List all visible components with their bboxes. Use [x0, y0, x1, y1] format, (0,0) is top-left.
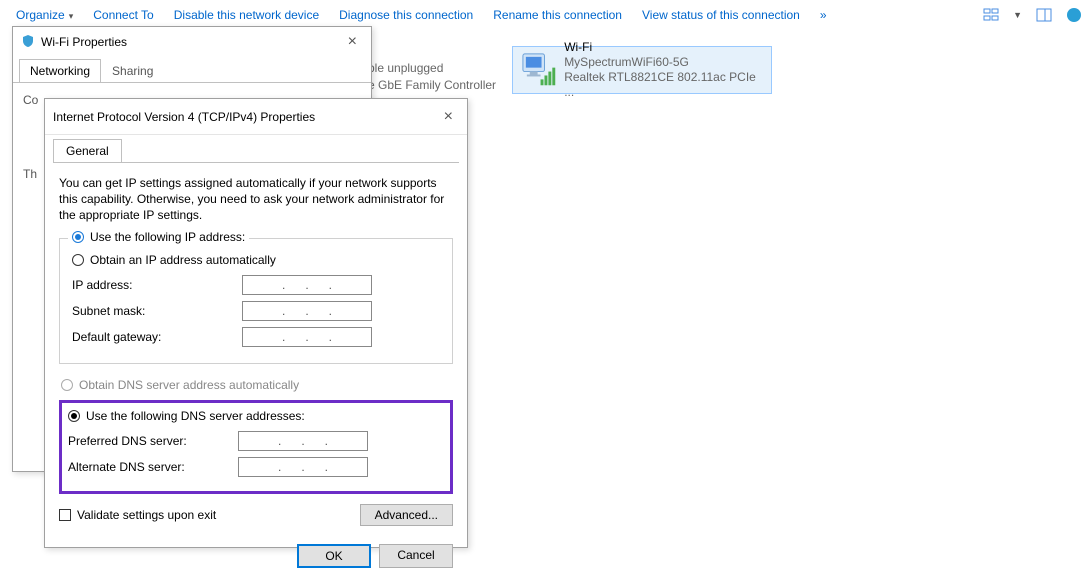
radio-icon	[68, 410, 80, 422]
toolbar-organize[interactable]: Organize	[6, 2, 83, 28]
toolbar-view-status[interactable]: View status of this connection	[632, 2, 810, 28]
label-default-gateway: Default gateway:	[72, 330, 242, 344]
wifi-shield-icon	[21, 34, 35, 51]
label-preferred-dns: Preferred DNS server:	[68, 434, 238, 448]
toolbar-overflow[interactable]: »	[810, 2, 837, 28]
close-icon[interactable]: ×	[342, 33, 363, 51]
wifi-properties-title: Wi-Fi Properties	[41, 35, 127, 49]
radio-obtain-ip-auto[interactable]: Obtain an IP address automatically	[72, 253, 440, 267]
radio-use-following-ip[interactable]: Use the following IP address:	[68, 230, 249, 244]
close-icon[interactable]: ×	[438, 108, 459, 126]
toolbar-disable-device[interactable]: Disable this network device	[164, 2, 329, 28]
help-icon[interactable]	[1066, 7, 1082, 23]
tab-sharing[interactable]: Sharing	[101, 59, 164, 82]
network-adapter: Realtek RTL8821CE 802.11ac PCIe ...	[564, 70, 765, 100]
input-preferred-dns[interactable]: ...	[238, 431, 368, 451]
radio-icon	[61, 379, 73, 391]
radio-obtain-dns-auto: Obtain DNS server address automatically	[61, 378, 453, 392]
preview-pane-icon[interactable]	[1036, 7, 1052, 23]
radio-icon	[72, 254, 84, 266]
input-alternate-dns[interactable]: ...	[238, 457, 368, 477]
toolbar-connect-to[interactable]: Connect To	[83, 2, 164, 28]
wifi-properties-titlebar[interactable]: Wi-Fi Properties ×	[13, 27, 371, 57]
cancel-button[interactable]: Cancel	[379, 544, 453, 568]
input-subnet-mask[interactable]: ...	[242, 301, 372, 321]
ipv4-description: You can get IP settings assigned automat…	[59, 175, 453, 224]
input-default-gateway[interactable]: ...	[242, 327, 372, 347]
ip-address-group: Obtain an IP address automatically Use t…	[59, 238, 453, 364]
checkbox-icon	[59, 509, 71, 521]
radio-icon	[72, 231, 84, 243]
ipv4-titlebar[interactable]: Internet Protocol Version 4 (TCP/IPv4) P…	[45, 99, 467, 135]
advanced-button[interactable]: Advanced...	[360, 504, 453, 526]
view-options-icon[interactable]	[983, 7, 999, 23]
label-subnet-mask: Subnet mask:	[72, 304, 242, 318]
label-alternate-dns: Alternate DNS server:	[68, 460, 238, 474]
toolbar-diagnose[interactable]: Diagnose this connection	[329, 2, 483, 28]
ipv4-properties-window: Internet Protocol Version 4 (TCP/IPv4) P…	[44, 98, 468, 548]
toolbar-rename[interactable]: Rename this connection	[483, 2, 632, 28]
radio-use-following-dns[interactable]: Use the following DNS server addresses:	[68, 409, 444, 423]
tab-networking[interactable]: Networking	[19, 59, 101, 82]
network-item-text: Wi-Fi MySpectrumWiFi60-5G Realtek RTL882…	[564, 40, 765, 100]
network-ssid: MySpectrumWiFi60-5G	[564, 55, 765, 70]
checkbox-validate-on-exit[interactable]: Validate settings upon exit	[59, 508, 216, 522]
ipv4-title: Internet Protocol Version 4 (TCP/IPv4) P…	[53, 110, 315, 124]
tab-general[interactable]: General	[53, 139, 122, 162]
network-item-wifi[interactable]: Wi-Fi MySpectrumWiFi60-5G Realtek RTL882…	[512, 46, 772, 94]
wifi-adapter-icon	[519, 50, 558, 90]
dns-highlight-box: Use the following DNS server addresses: …	[59, 400, 453, 494]
bg-adapter-text: ble unplugged e GbE Family Controller	[368, 60, 496, 94]
input-ip-address[interactable]: ...	[242, 275, 372, 295]
label-ip-address: IP address:	[72, 278, 242, 292]
network-name: Wi-Fi	[564, 40, 765, 55]
ok-button[interactable]: OK	[297, 544, 371, 568]
chevron-down-icon[interactable]: ▼	[1013, 10, 1022, 20]
